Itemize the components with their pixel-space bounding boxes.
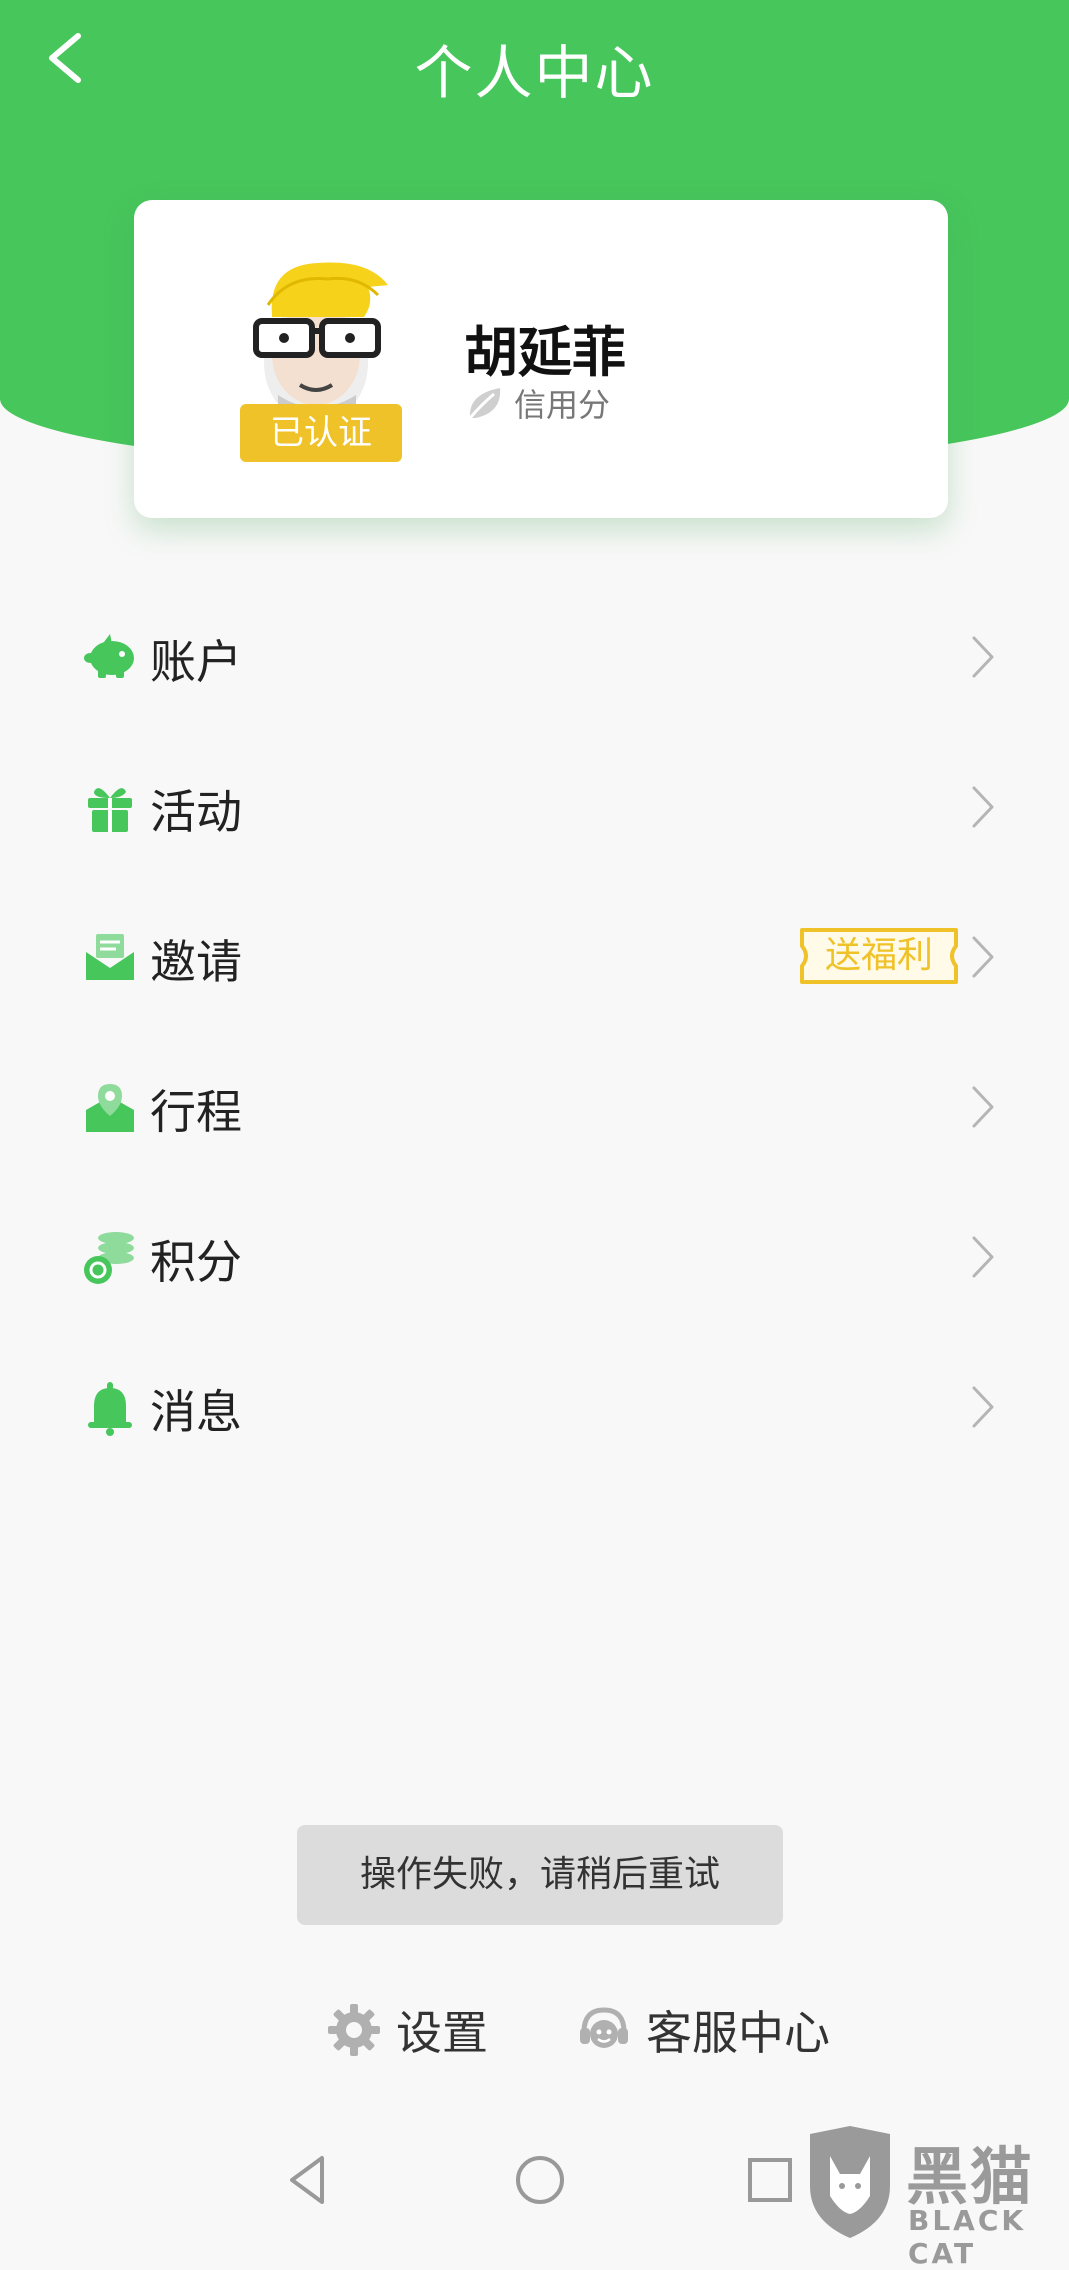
- watermark-subtitle: BLACK CAT: [908, 2204, 1027, 2270]
- black-cat-logo-icon: [810, 2126, 890, 2238]
- user-name: 胡延菲: [464, 321, 626, 384]
- customer-service-label: 客服中心: [646, 2006, 830, 2060]
- menu-item-points[interactable]: 积分: [0, 1180, 1069, 1330]
- welfare-promo-badge[interactable]: 送福利: [798, 926, 960, 986]
- menu-label: 邀请: [150, 935, 242, 989]
- menu-item-invite[interactable]: 邀请 送福利: [0, 880, 1069, 1030]
- chevron-right-icon: [972, 636, 994, 678]
- menu-item-account[interactable]: 账户: [0, 580, 1069, 730]
- settings-label: 设置: [396, 2006, 488, 2060]
- chevron-right-icon: [972, 936, 994, 978]
- welfare-promo-text: 送福利: [824, 935, 933, 976]
- chevron-right-icon: [972, 1386, 994, 1428]
- menu-item-trips[interactable]: 行程: [0, 1030, 1069, 1180]
- credit-score-link[interactable]: 信用分: [464, 380, 610, 426]
- chevron-right-icon: [972, 1236, 994, 1278]
- watermark-title: 黑猫: [906, 2140, 1035, 2213]
- avatar[interactable]: [238, 245, 398, 425]
- error-toast: 操作失败，请稍后重试: [297, 1825, 783, 1925]
- app-header: 个人中心: [0, 0, 1069, 120]
- menu-label: 积分: [150, 1235, 242, 1289]
- customer-service-button[interactable]: 客服中心: [576, 1990, 830, 2070]
- nav-back-button[interactable]: [278, 2148, 342, 2212]
- gear-icon: [328, 2004, 380, 2056]
- menu-item-activity[interactable]: 活动: [0, 730, 1069, 880]
- piggy-bank-icon: [84, 634, 134, 678]
- menu-label: 账户: [150, 635, 242, 689]
- profile-card[interactable]: 已认证 胡延菲 信用分: [134, 200, 948, 518]
- leaf-icon: [468, 388, 501, 419]
- envelope-icon: [86, 934, 134, 980]
- menu-label: 消息: [150, 1385, 242, 1439]
- footer-links: 设置 客服中心: [0, 1990, 1069, 2070]
- chevron-right-icon: [972, 786, 994, 828]
- verified-badge: 已认证: [240, 404, 402, 462]
- chevron-right-icon: [972, 1086, 994, 1128]
- map-pin-icon: [86, 1084, 134, 1132]
- nav-recent-apps-button[interactable]: [738, 2148, 802, 2212]
- watermark: 黑猫 BLACK CAT: [794, 2126, 1069, 2270]
- menu-item-messages[interactable]: 消息: [0, 1330, 1069, 1480]
- credit-score-label: 信用分: [514, 386, 611, 424]
- gift-icon: [88, 788, 132, 832]
- page-title: 个人中心: [414, 39, 655, 107]
- bell-icon: [88, 1382, 132, 1436]
- headset-icon: [580, 2007, 628, 2048]
- settings-button[interactable]: 设置: [326, 1990, 488, 2070]
- menu-label: 行程: [150, 1085, 242, 1139]
- menu-label: 活动: [150, 785, 242, 839]
- menu-list: 账户 活动 邀请 送福利 行程 积分 消息: [0, 580, 1069, 1480]
- coins-icon: [84, 1232, 134, 1284]
- nav-home-button[interactable]: [508, 2148, 572, 2212]
